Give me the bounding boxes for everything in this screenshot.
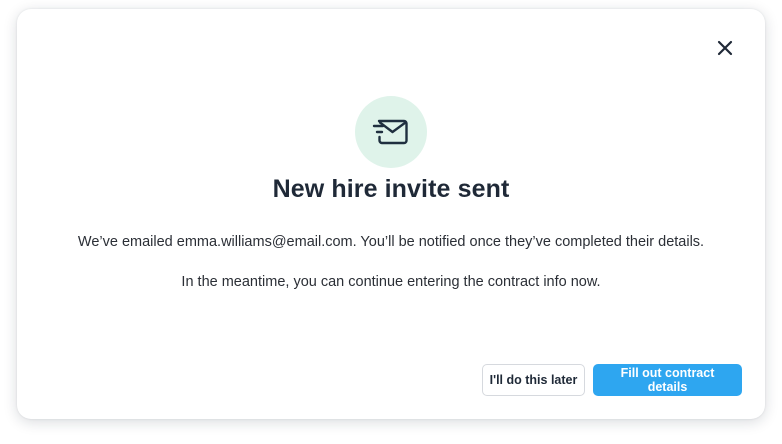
envelope-sent-icon xyxy=(372,119,408,145)
dialog-subdescription: In the meantime, you can continue enteri… xyxy=(181,274,601,290)
invite-sent-dialog: New hire invite sent We’ve emailed emma.… xyxy=(17,9,765,419)
close-icon[interactable] xyxy=(717,40,733,56)
close-button[interactable] xyxy=(714,37,736,59)
envelope-icon-badge xyxy=(355,96,427,168)
dialog-description: We’ve emailed emma.williams@email.com. Y… xyxy=(77,234,705,250)
do-later-button[interactable]: I'll do this later xyxy=(482,364,585,396)
dialog-title: New hire invite sent xyxy=(272,175,510,203)
fill-contract-details-button[interactable]: Fill out contract details xyxy=(593,364,742,396)
